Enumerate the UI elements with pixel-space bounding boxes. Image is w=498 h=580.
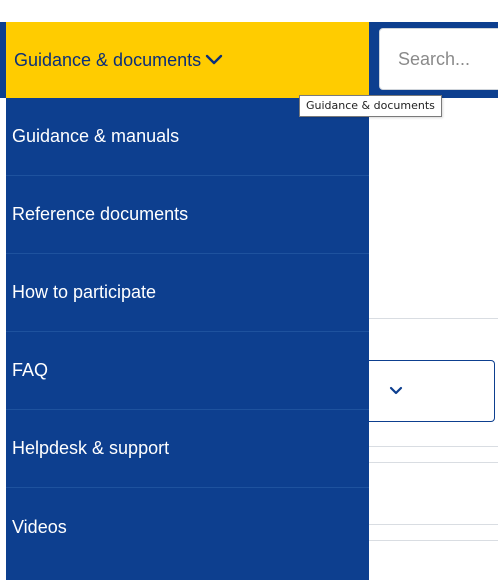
menu-item-faq[interactable]: FAQ xyxy=(6,332,369,410)
background-dropdown[interactable] xyxy=(369,360,495,422)
search-box[interactable] xyxy=(379,28,498,90)
menu-item-label: Guidance & manuals xyxy=(12,126,180,146)
menu-item-label: Videos xyxy=(12,516,67,537)
menu-item-videos[interactable]: Videos xyxy=(6,488,369,566)
menu-item-label: Helpdesk & support xyxy=(12,438,170,458)
menu-item-label: How to participate xyxy=(12,282,157,302)
divider xyxy=(369,318,498,319)
search-input[interactable] xyxy=(380,29,498,89)
menu-item-how-to-participate[interactable]: How to participate xyxy=(6,254,369,332)
divider xyxy=(369,446,498,447)
chevron-down-icon xyxy=(205,54,223,66)
nav-trigger-label: Guidance & documents xyxy=(14,49,202,70)
guidance-documents-menu: Guidance & manuals Reference documents H… xyxy=(6,98,369,580)
page: Guidance & documents Guidance & manuals … xyxy=(0,0,498,580)
menu-item-reference-documents[interactable]: Reference documents xyxy=(6,176,369,254)
divider xyxy=(369,462,498,463)
nav-guidance-documents-button[interactable]: Guidance & documents xyxy=(6,22,369,98)
menu-item-helpdesk-support[interactable]: Helpdesk & support xyxy=(6,410,369,488)
divider xyxy=(369,524,498,525)
menu-item-label: Reference documents xyxy=(12,204,189,224)
menu-item-label: FAQ xyxy=(12,360,49,380)
chevron-down-icon xyxy=(389,383,403,401)
tooltip: Guidance & documents xyxy=(299,95,442,117)
divider xyxy=(369,540,498,541)
